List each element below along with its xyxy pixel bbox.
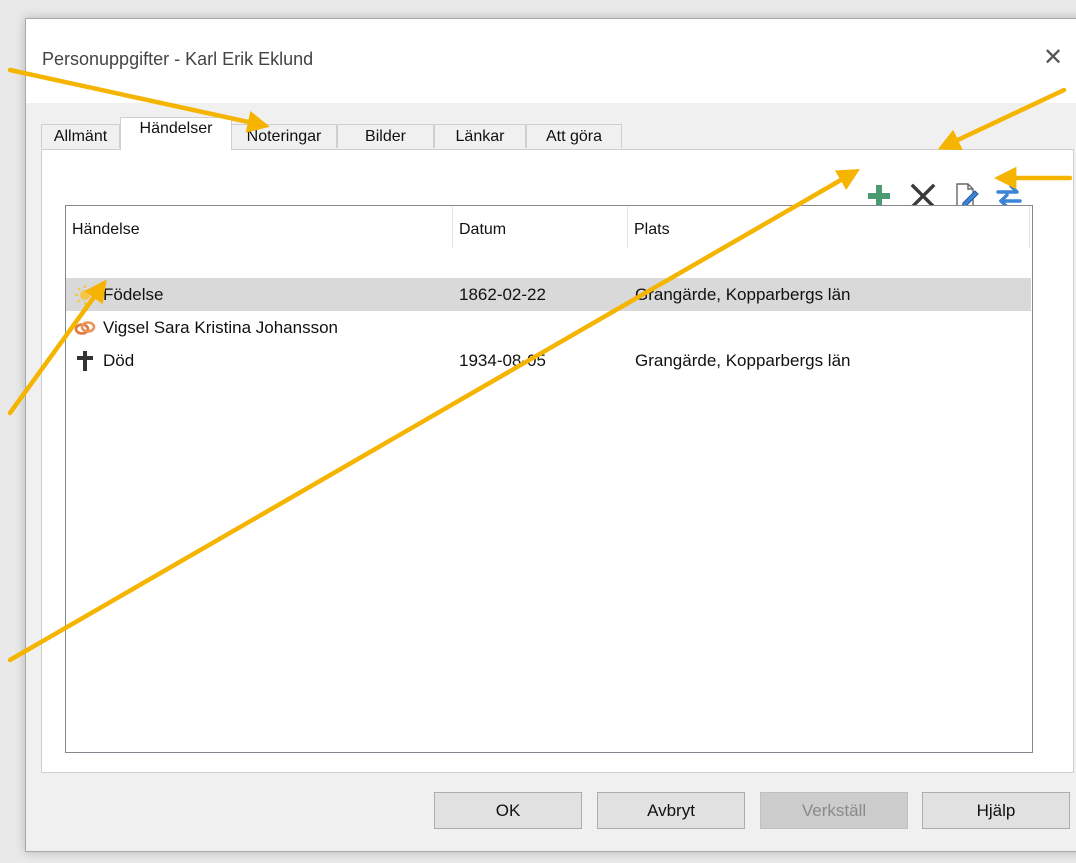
birth-sun-icon xyxy=(74,284,96,306)
column-header-place[interactable]: Plats xyxy=(628,206,1030,248)
marriage-rings-icon xyxy=(74,317,96,339)
close-icon[interactable]: ✕ xyxy=(1038,43,1068,73)
tab-lankar[interactable]: Länkar xyxy=(434,124,526,148)
event-date: 1934-08-05 xyxy=(459,351,546,370)
tab-handelser[interactable]: Händelser xyxy=(120,117,232,150)
dialog-window: Personuppgifter - Karl Erik Eklund ✕ All… xyxy=(25,18,1076,852)
table-row[interactable]: Vigsel Sara Kristina Johansson xyxy=(66,311,1032,344)
death-cross-icon xyxy=(74,350,96,372)
table-row[interactable]: Födelse 1862-02-22 Grangärde, Kopparberg… xyxy=(66,278,1031,311)
event-name: Vigsel Sara Kristina Johansson xyxy=(103,318,338,337)
list-header: Händelse Datum Plats xyxy=(66,206,1032,248)
ok-button[interactable]: OK xyxy=(434,792,582,829)
tab-allmant[interactable]: Allmänt xyxy=(41,124,120,148)
event-date: 1862-02-22 xyxy=(459,285,546,304)
event-place: Grangärde, Kopparbergs län xyxy=(635,285,851,304)
tab-noteringar[interactable]: Noteringar xyxy=(231,124,337,148)
tab-bilder[interactable]: Bilder xyxy=(337,124,434,148)
title-bar: Personuppgifter - Karl Erik Eklund ✕ xyxy=(26,19,1076,103)
column-header-event[interactable]: Händelse xyxy=(66,206,453,248)
column-header-date[interactable]: Datum xyxy=(453,206,628,248)
events-list[interactable]: Händelse Datum Plats Födelse 1862-02-22 … xyxy=(65,205,1033,753)
event-name: Födelse xyxy=(103,285,164,304)
event-place: Grangärde, Kopparbergs län xyxy=(635,351,851,370)
tab-att-gora[interactable]: Att göra xyxy=(526,124,622,148)
tab-strip: Allmänt Händelser Noteringar Bilder Länk… xyxy=(41,107,941,150)
help-button[interactable]: Hjälp xyxy=(922,792,1070,829)
event-name: Död xyxy=(103,351,135,370)
table-row[interactable]: Död 1934-08-05 Grangärde, Kopparbergs lä… xyxy=(66,344,1032,377)
apply-button[interactable]: Verkställ xyxy=(760,792,908,829)
events-panel: Händelse Datum Plats Födelse 1862-02-22 … xyxy=(41,149,1074,773)
cancel-button[interactable]: Avbryt xyxy=(597,792,745,829)
window-title: Personuppgifter - Karl Erik Eklund xyxy=(42,49,314,69)
